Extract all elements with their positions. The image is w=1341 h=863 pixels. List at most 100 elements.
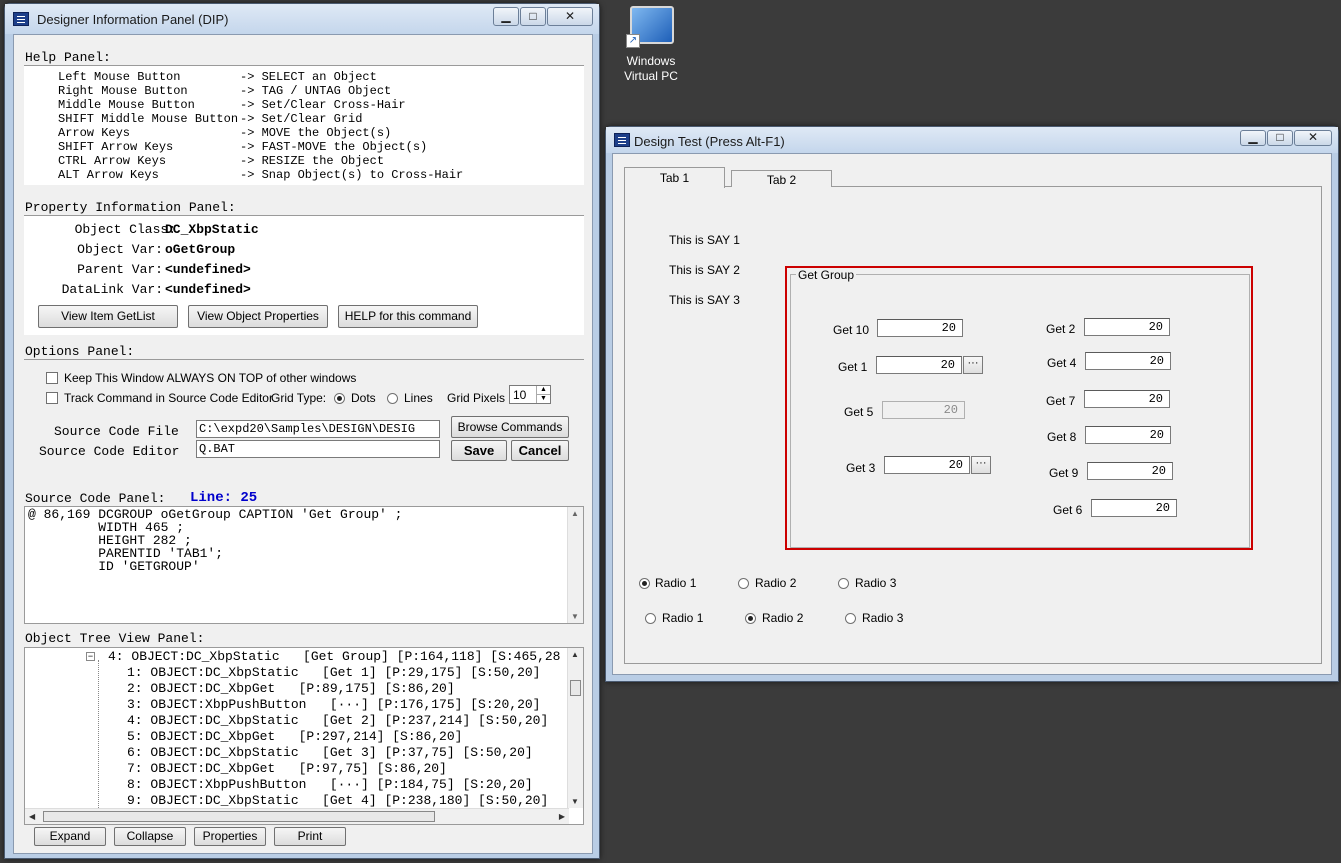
tab-1[interactable]: Tab 1 bbox=[624, 167, 725, 188]
tree-row[interactable]: 4: OBJECT:DC_XbpStatic [Get Group] [P:16… bbox=[108, 649, 560, 664]
scroll-thumb[interactable] bbox=[570, 680, 581, 696]
help-key: Arrow Keys bbox=[58, 126, 131, 140]
get-6-label: Get 6 bbox=[1053, 503, 1083, 517]
tab-2[interactable]: Tab 2 bbox=[731, 170, 832, 187]
spin-down-icon[interactable]: ▼ bbox=[536, 394, 550, 403]
property-panel-title: Property Information Panel: bbox=[25, 200, 236, 215]
get-1-ellipsis-button[interactable]: ··· bbox=[963, 356, 983, 374]
grid-pixels-spinner[interactable]: 10 ▲ ▼ bbox=[509, 385, 551, 404]
expand-button[interactable]: Expand bbox=[34, 827, 106, 846]
get-7-input[interactable]: 20 bbox=[1084, 390, 1170, 408]
source-code-editor-input[interactable]: Q.BAT bbox=[196, 440, 440, 458]
help-key: ALT Arrow Keys bbox=[58, 168, 159, 182]
help-action: -> RESIZE the Object bbox=[240, 154, 385, 168]
spin-up-icon[interactable]: ▲ bbox=[536, 386, 550, 394]
browse-commands-button[interactable]: Browse Commands bbox=[451, 416, 569, 438]
get-1-input[interactable]: 20 bbox=[876, 356, 962, 374]
design-title: Design Test (Press Alt-F1) bbox=[634, 134, 785, 149]
radio-b-1[interactable] bbox=[645, 613, 656, 624]
view-item-getlist-button[interactable]: View Item GetList bbox=[38, 305, 178, 328]
help-key: Right Mouse Button bbox=[58, 84, 188, 98]
tree-hscrollbar[interactable]: ◀ ▶ bbox=[25, 808, 569, 824]
properties-button[interactable]: Properties bbox=[194, 827, 266, 846]
radio-b-3[interactable] bbox=[845, 613, 856, 624]
windows-virtual-pc-desktop-icon[interactable]: ↗ Windows Virtual PC bbox=[618, 4, 684, 88]
keep-on-top-checkbox[interactable] bbox=[46, 372, 58, 384]
get-2-input[interactable]: 20 bbox=[1084, 318, 1170, 336]
track-command-checkbox[interactable] bbox=[46, 392, 58, 404]
tree-row[interactable]: 1: OBJECT:DC_XbpStatic [Get 1] [P:29,175… bbox=[127, 665, 540, 680]
view-object-properties-button[interactable]: View Object Properties bbox=[188, 305, 328, 328]
cancel-button[interactable]: Cancel bbox=[511, 440, 569, 461]
get-group-selection[interactable]: Get Group Get 10 20 Get 1 20 ··· Get 5 2… bbox=[785, 266, 1253, 550]
radio-b-2[interactable] bbox=[745, 613, 756, 624]
collapse-button[interactable]: Collapse bbox=[114, 827, 186, 846]
tree-row[interactable]: 6: OBJECT:DC_XbpStatic [Get 3] [P:37,75]… bbox=[127, 745, 533, 760]
object-var-label: Object Var: bbox=[77, 242, 163, 257]
scroll-right-icon[interactable]: ▶ bbox=[559, 812, 565, 821]
tree-row[interactable]: 8: OBJECT:XbpPushButton [···] [P:184,75]… bbox=[127, 777, 533, 792]
tree-row[interactable]: 7: OBJECT:DC_XbpGet [P:97,75] [S:86,20] bbox=[127, 761, 447, 776]
source-code-file-input[interactable]: C:\expd20\Samples\DESIGN\DESIG bbox=[196, 420, 440, 438]
get-6-input[interactable]: 20 bbox=[1091, 499, 1177, 517]
radio-a-3[interactable] bbox=[838, 578, 849, 589]
datalink-var-label: DataLink Var: bbox=[61, 282, 163, 297]
minimize-button[interactable]: ▁ bbox=[493, 7, 519, 26]
design-titlebar[interactable]: Design Test (Press Alt-F1) ▁ □ ✕ bbox=[606, 127, 1338, 153]
print-button[interactable]: Print bbox=[274, 827, 346, 846]
scroll-down-icon[interactable]: ▼ bbox=[571, 612, 579, 621]
tree-row[interactable]: 2: OBJECT:DC_XbpGet [P:89,175] [S:86,20] bbox=[127, 681, 455, 696]
grid-dots-radio[interactable] bbox=[334, 393, 345, 404]
radio-a-3-label: Radio 3 bbox=[855, 576, 897, 590]
design-client: Tab 1 Tab 2 This is SAY 1 This is SAY 2 … bbox=[612, 153, 1332, 675]
get-8-input[interactable]: 20 bbox=[1085, 426, 1171, 444]
get-4-input[interactable]: 20 bbox=[1085, 352, 1171, 370]
scroll-up-icon[interactable]: ▲ bbox=[571, 650, 579, 659]
minimize-button[interactable]: ▁ bbox=[1240, 130, 1266, 146]
hscroll-thumb[interactable] bbox=[43, 811, 435, 822]
radio-b-2-label: Radio 2 bbox=[762, 611, 804, 625]
tree-collapse-icon[interactable]: − bbox=[86, 652, 95, 661]
get-5-input: 20 bbox=[882, 401, 965, 419]
help-key: SHIFT Middle Mouse Button bbox=[58, 112, 239, 126]
source-scrollbar[interactable]: ▲ ▼ bbox=[567, 507, 583, 623]
source-code-text: @ 86,169 DCGROUP oGetGroup CAPTION 'Get … bbox=[28, 507, 403, 574]
radio-a-1-label: Radio 1 bbox=[655, 576, 697, 590]
scroll-up-icon[interactable]: ▲ bbox=[571, 509, 579, 518]
help-command-button[interactable]: HELP for this command bbox=[338, 305, 478, 328]
tree-view-panel-title: Object Tree View Panel: bbox=[25, 631, 205, 646]
scroll-down-icon[interactable]: ▼ bbox=[571, 797, 579, 806]
radio-a-2-label: Radio 2 bbox=[755, 576, 797, 590]
tree-guide-line bbox=[98, 660, 99, 810]
radio-a-2[interactable] bbox=[738, 578, 749, 589]
desktop-icon-label-1: Windows bbox=[626, 54, 676, 68]
source-code-editor-label: Source Code Editor bbox=[39, 444, 180, 459]
get-10-input[interactable]: 20 bbox=[877, 319, 963, 337]
get-9-input[interactable]: 20 bbox=[1087, 462, 1173, 480]
source-code-editor[interactable]: @ 86,169 DCGROUP oGetGroup CAPTION 'Get … bbox=[24, 506, 584, 624]
source-code-file-label: Source Code File bbox=[54, 424, 179, 439]
get-9-label: Get 9 bbox=[1049, 466, 1079, 480]
get-2-label: Get 2 bbox=[1046, 322, 1076, 336]
tree-vscrollbar[interactable]: ▲ ▼ bbox=[567, 648, 583, 808]
help-action: -> TAG / UNTAG Object bbox=[240, 84, 392, 98]
maximize-button[interactable]: □ bbox=[1267, 130, 1293, 146]
maximize-button[interactable]: □ bbox=[520, 7, 546, 26]
close-button[interactable]: ✕ bbox=[1294, 130, 1332, 146]
close-button[interactable]: ✕ bbox=[547, 7, 593, 26]
help-key: Left Mouse Button bbox=[58, 70, 181, 84]
help-action: -> MOVE the Object(s) bbox=[240, 126, 392, 140]
get-3-ellipsis-button[interactable]: ··· bbox=[971, 456, 991, 474]
tree-row[interactable]: 4: OBJECT:DC_XbpStatic [Get 2] [P:237,21… bbox=[127, 713, 548, 728]
object-tree-view[interactable]: − 4: OBJECT:DC_XbpStatic [Get Group] [P:… bbox=[24, 647, 584, 825]
grid-lines-radio[interactable] bbox=[387, 393, 398, 404]
tree-row[interactable]: 5: OBJECT:DC_XbpGet [P:297,214] [S:86,20… bbox=[127, 729, 462, 744]
radio-a-1[interactable] bbox=[639, 578, 650, 589]
tree-row[interactable]: 9: OBJECT:DC_XbpStatic [Get 4] [P:238,18… bbox=[127, 793, 548, 808]
tree-row[interactable]: 3: OBJECT:XbpPushButton [···] [P:176,175… bbox=[127, 697, 540, 712]
dip-titlebar[interactable]: Designer Information Panel (DIP) ▁ □ ✕ bbox=[5, 4, 599, 34]
save-button[interactable]: Save bbox=[451, 440, 507, 461]
scroll-left-icon[interactable]: ◀ bbox=[29, 812, 35, 821]
keep-on-top-label: Keep This Window ALWAYS ON TOP of other … bbox=[64, 371, 357, 385]
get-3-input[interactable]: 20 bbox=[884, 456, 970, 474]
